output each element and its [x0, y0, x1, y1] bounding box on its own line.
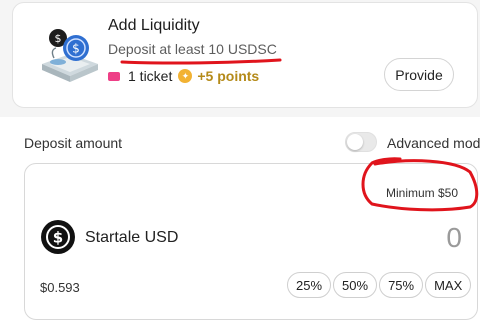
amount-input[interactable]: 0: [420, 222, 462, 254]
token-name: Startale USD: [85, 229, 179, 246]
points-coin-icon: ✦: [178, 69, 193, 83]
provide-button[interactable]: Provide: [384, 58, 454, 91]
svg-text:$: $: [53, 229, 63, 247]
deposit-amount-label: Deposit amount: [24, 135, 123, 151]
toggle-knob: [347, 134, 363, 150]
max-button[interactable]: MAX: [425, 272, 472, 298]
advanced-mode-label: Advanced mode: [387, 135, 480, 151]
startale-usd-token-icon: $: [41, 220, 75, 254]
usd-value: $0.593: [40, 280, 80, 295]
percent-75-button[interactable]: 75%: [379, 272, 424, 298]
coins-platform-illustration-icon: $ $: [42, 29, 98, 82]
minimum-amount-text: Minimum $50: [386, 186, 459, 200]
card-subtitle: Deposit at least 10 USDSC: [108, 41, 277, 57]
ticket-text: 1 ticket: [128, 68, 173, 84]
rewards-row: 1 ticket ✦ +5 points: [108, 68, 259, 84]
ticket-icon: [108, 71, 120, 81]
percent-25-button[interactable]: 25%: [287, 272, 332, 298]
advanced-mode-toggle[interactable]: [345, 132, 377, 152]
svg-text:$: $: [72, 42, 80, 56]
percent-50-button[interactable]: 50%: [333, 272, 378, 298]
percent-buttons: 25% 50% 75% MAX: [287, 272, 473, 298]
svg-text:$: $: [55, 32, 62, 45]
points-text: +5 points: [197, 68, 260, 84]
card-title: Add Liquidity: [108, 17, 200, 34]
